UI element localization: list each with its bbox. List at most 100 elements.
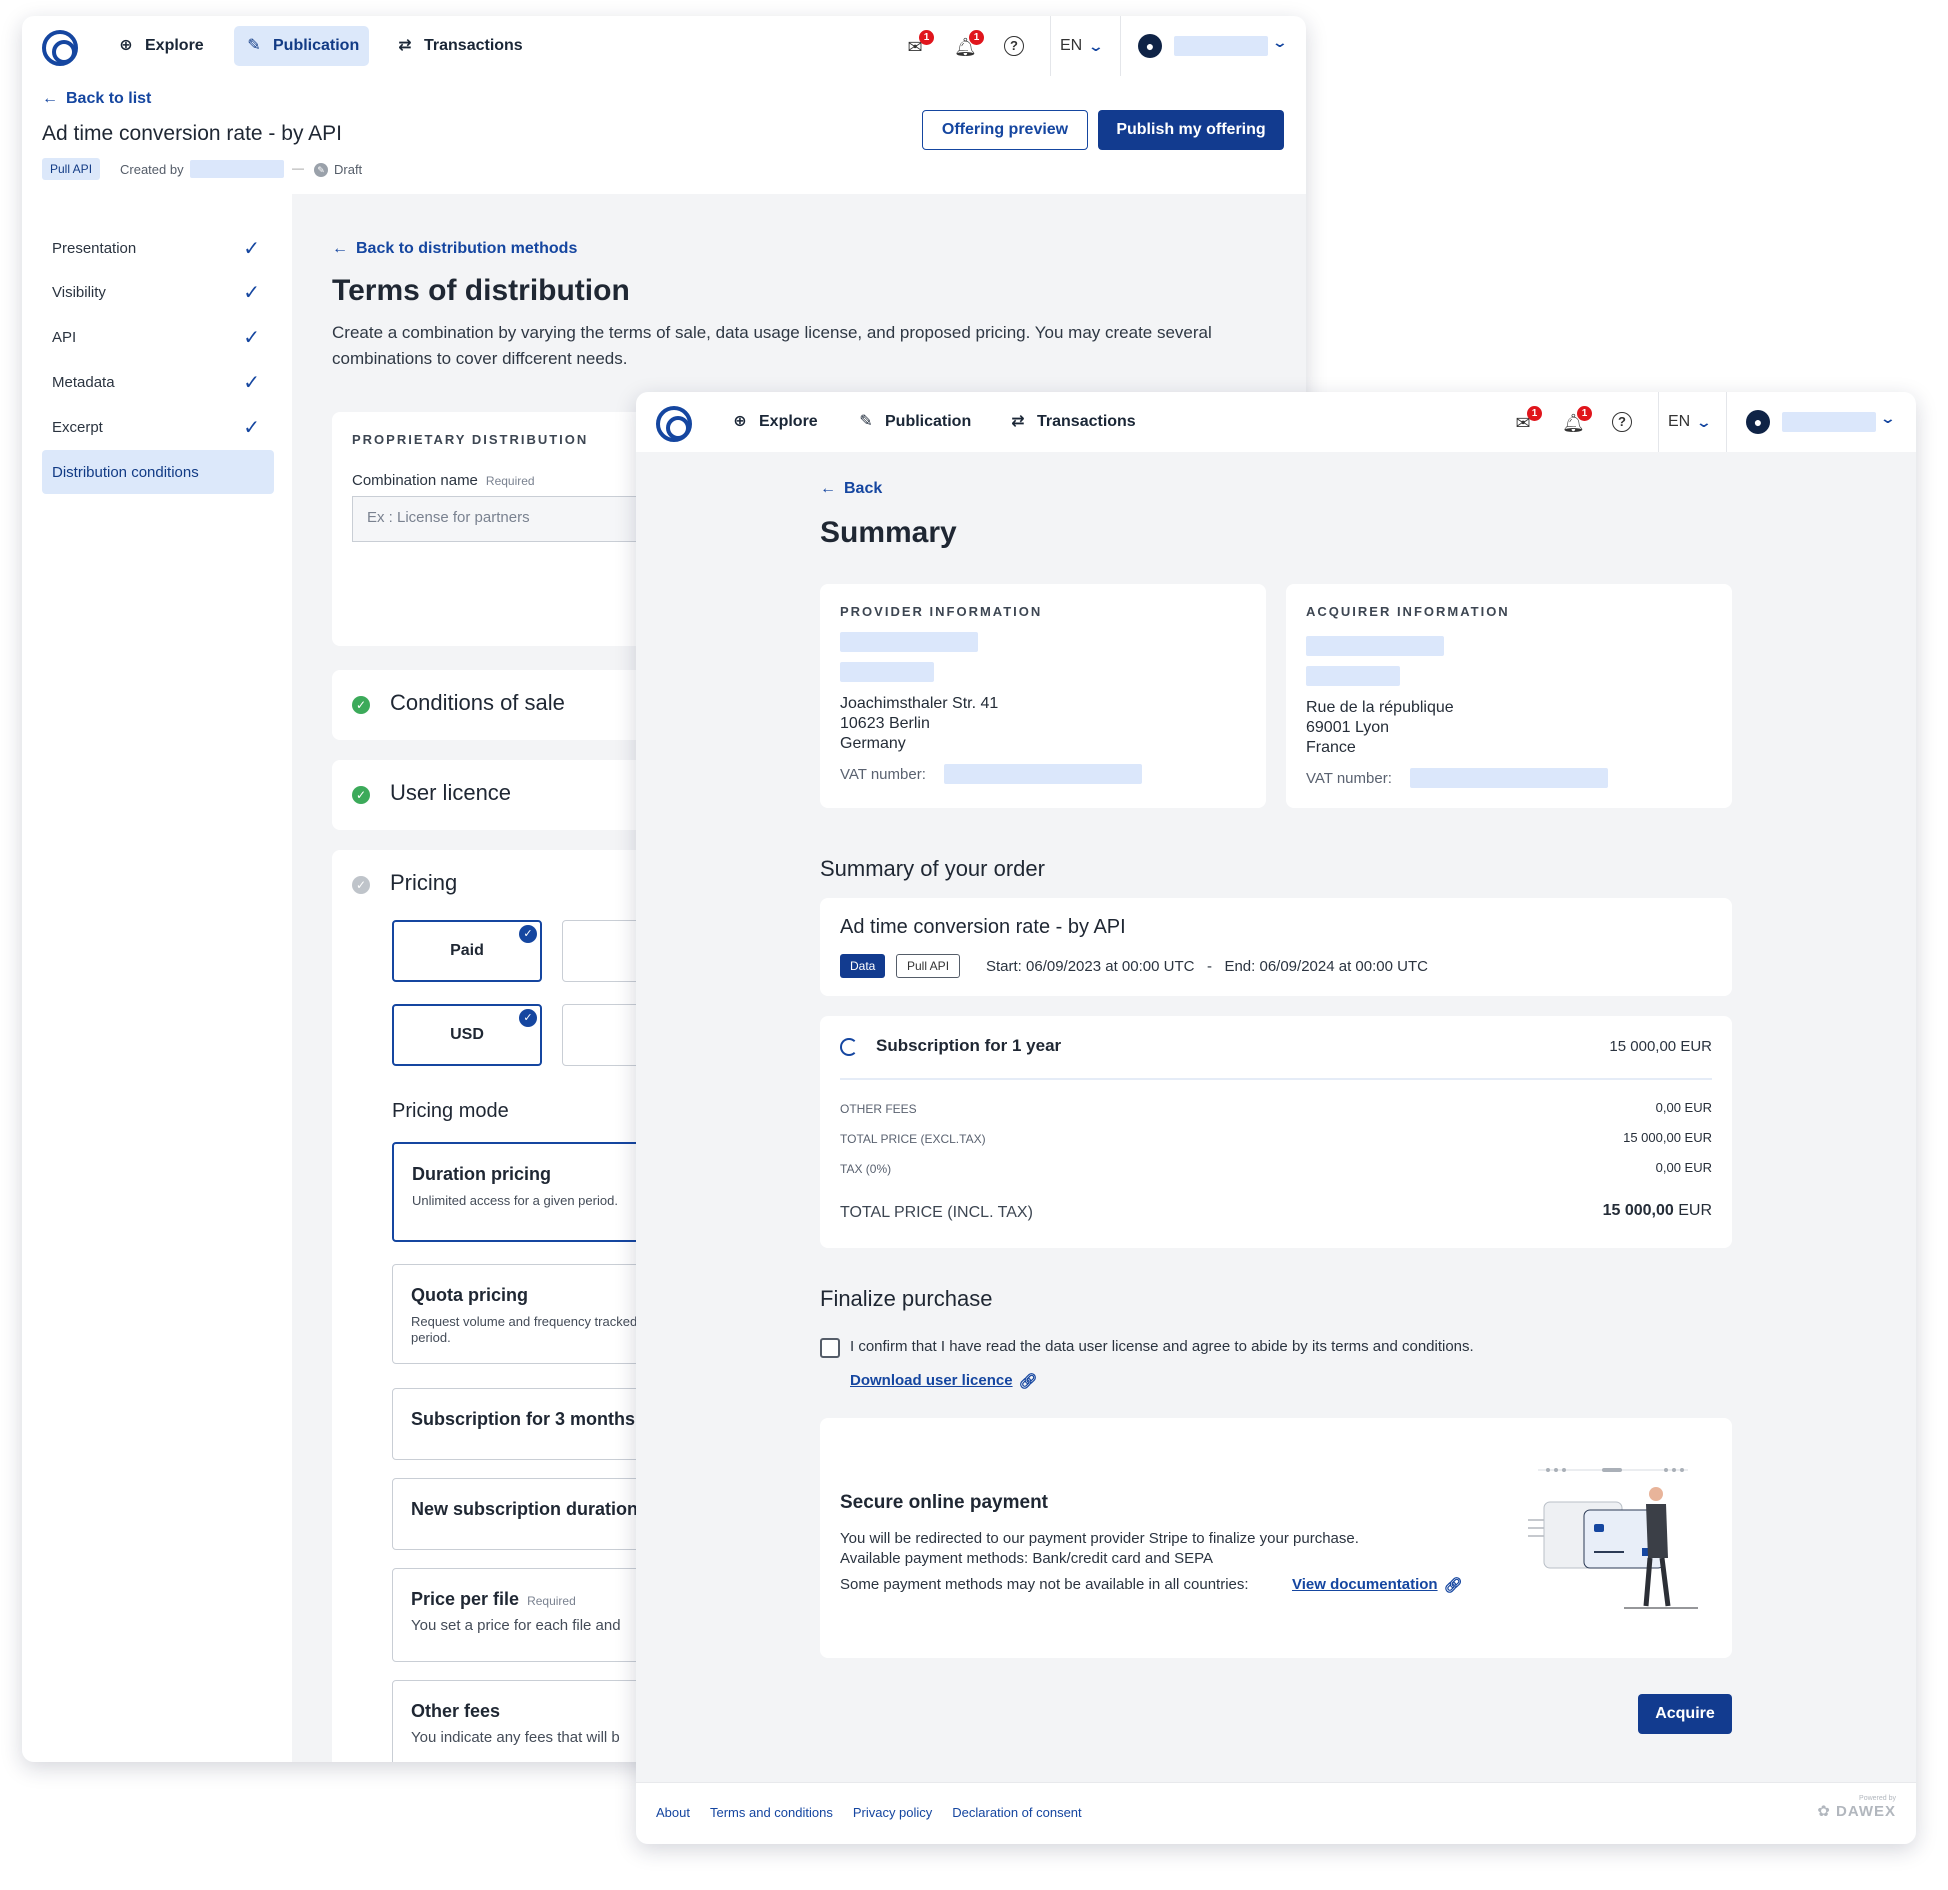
nav-explore[interactable]: ⊕ Explore bbox=[106, 26, 214, 66]
mode-title: Price per file bbox=[411, 1589, 520, 1609]
brand-logo-icon[interactable] bbox=[42, 30, 78, 66]
chevron-down-icon: ⌄ bbox=[1695, 413, 1713, 430]
tax-label: TAX (0%) bbox=[840, 1162, 892, 1176]
sidebar-item-metadata[interactable]: Metadata ✓ bbox=[42, 360, 274, 404]
footer-link-consent[interactable]: Declaration of consent bbox=[952, 1805, 1081, 1820]
mode-new-subscription-duration[interactable]: New subscription duration bbox=[392, 1478, 652, 1550]
combination-name-label: Combination name Required bbox=[352, 472, 535, 489]
nav-explore[interactable]: ⊕ Explore bbox=[720, 402, 828, 442]
address-line: Joachimsthaler Str. 41 bbox=[840, 695, 999, 712]
currency-usd[interactable]: USD ✓ bbox=[392, 1004, 542, 1066]
brand-logo-icon[interactable] bbox=[656, 406, 692, 442]
mail-icon[interactable]: ✉ 1 bbox=[904, 30, 934, 58]
view-documentation-link[interactable]: View documentation 🔗︎ bbox=[1292, 1576, 1463, 1594]
chevron-down-icon[interactable]: ⌄ bbox=[1880, 410, 1896, 427]
price-type-paid[interactable]: Paid ✓ bbox=[392, 920, 542, 982]
payment-availability-text: Some payment methods may not be availabl… bbox=[840, 1576, 1249, 1593]
other-fees-label: OTHER FEES bbox=[840, 1102, 917, 1116]
globe-icon: ⊕ bbox=[119, 37, 133, 54]
section-title: Pricing bbox=[390, 870, 458, 895]
nav-transactions[interactable]: ⇄ Transactions bbox=[998, 402, 1146, 442]
help-circle-icon[interactable]: ? bbox=[1004, 36, 1024, 56]
nav-transactions[interactable]: ⇄ Transactions bbox=[385, 26, 533, 66]
footer-link-about[interactable]: About bbox=[656, 1805, 690, 1820]
required-label: Required bbox=[485, 474, 535, 488]
top-navigation-bar: ⊕ Explore ✎ Publication ⇄ Transactions ✉… bbox=[22, 16, 1306, 76]
username-placeholder bbox=[1174, 36, 1268, 56]
divider bbox=[840, 1078, 1712, 1080]
bell-icon[interactable]: 🔔︎ 1 bbox=[954, 30, 984, 58]
pricing-mode-title: Pricing mode bbox=[392, 1100, 509, 1122]
acquire-button[interactable]: Acquire bbox=[1638, 1694, 1732, 1734]
mode-description: Unlimited access for a given period. bbox=[412, 1193, 618, 1208]
nav-publication[interactable]: ✎ Publication bbox=[234, 26, 370, 66]
publish-offering-button[interactable]: Publish my offering bbox=[1098, 110, 1284, 150]
finalize-purchase-title: Finalize purchase bbox=[820, 1286, 993, 1311]
top-navigation-bar: ⊕ Explore ✎ Publication ⇄ Transactions ✉… bbox=[636, 392, 1916, 452]
address-line: Rue de la république bbox=[1306, 699, 1454, 716]
provider-info-card: PROVIDER INFORMATION Joachimsthaler Str.… bbox=[820, 584, 1266, 808]
option-label: USD bbox=[450, 1026, 484, 1043]
page-description: Create a combination by varying the term… bbox=[332, 323, 1212, 368]
dawex-logo: ✿ DAWEX bbox=[1817, 1802, 1896, 1820]
nav-publication[interactable]: ✎ Publication bbox=[846, 402, 981, 442]
payment-methods-text: Available payment methods: Bank/credit c… bbox=[840, 1550, 1213, 1567]
provider-name-placeholder bbox=[840, 632, 978, 652]
nav-explore-label: Explore bbox=[759, 413, 818, 430]
footer-link-privacy[interactable]: Privacy policy bbox=[853, 1805, 932, 1820]
powered-by-label: Powered by bbox=[1859, 1795, 1896, 1802]
confirm-text: I confirm that I have read the data user… bbox=[850, 1338, 1474, 1355]
offering-preview-button[interactable]: Offering preview bbox=[922, 110, 1088, 150]
check-circle-icon: ✓ bbox=[352, 696, 370, 714]
vat-label: VAT number: bbox=[840, 766, 926, 783]
sidebar-item-visibility[interactable]: Visibility ✓ bbox=[42, 270, 274, 314]
help-circle-icon[interactable]: ? bbox=[1612, 412, 1632, 432]
acquirer-address: Rue de la république 69001 Lyon France bbox=[1306, 698, 1454, 758]
bell-badge: 1 bbox=[1577, 406, 1592, 421]
page-title: Summary bbox=[820, 516, 957, 549]
mode-title: Subscription for 3 months bbox=[411, 1409, 636, 1429]
user-avatar-icon[interactable]: ● bbox=[1138, 34, 1162, 58]
mode-duration-pricing[interactable]: Duration pricing Unlimited access for a … bbox=[392, 1142, 652, 1242]
download-licence-link[interactable]: Download user licence 🔗︎ bbox=[850, 1372, 1038, 1390]
created-by-label: Created by bbox=[120, 162, 184, 177]
mode-quota-pricing[interactable]: Quota pricing Request volume and frequen… bbox=[392, 1264, 652, 1364]
language-selector[interactable]: EN ⌄ bbox=[1060, 16, 1104, 76]
vat-label: VAT number: bbox=[1306, 770, 1392, 787]
sidebar-item-label: Distribution conditions bbox=[52, 463, 199, 481]
page-title: Terms of distribution bbox=[332, 274, 630, 307]
data-tag: Data bbox=[840, 954, 886, 978]
user-avatar-icon[interactable]: ● bbox=[1746, 410, 1770, 434]
confirm-checkbox[interactable] bbox=[820, 1338, 840, 1358]
tax-value: 0,00 EUR bbox=[1655, 1160, 1712, 1175]
divider bbox=[1726, 392, 1727, 452]
nav-explore-label: Explore bbox=[145, 37, 204, 54]
status-label: Draft bbox=[334, 162, 363, 177]
sidebar-item-excerpt[interactable]: Excerpt ✓ bbox=[42, 405, 274, 449]
mode-other-fees[interactable]: Other fees You indicate any fees that wi… bbox=[392, 1680, 652, 1762]
language-selector[interactable]: EN ⌄ bbox=[1668, 392, 1713, 452]
bell-icon[interactable]: 🔔︎ 1 bbox=[1562, 406, 1592, 434]
footer-link-terms[interactable]: Terms and conditions bbox=[710, 1805, 833, 1820]
mode-price-per-file[interactable]: Price per file Required You set a price f… bbox=[392, 1568, 652, 1662]
check-icon: ✓ bbox=[519, 925, 537, 943]
mail-icon[interactable]: ✉ 1 bbox=[1512, 406, 1542, 434]
swap-arrows-icon: ⇄ bbox=[398, 37, 412, 54]
summary-window: ⊕ Explore ✎ Publication ⇄ Transactions ✉… bbox=[636, 392, 1916, 1844]
sidebar-item-presentation[interactable]: Presentation ✓ bbox=[42, 226, 274, 270]
mail-badge: 1 bbox=[919, 30, 934, 45]
back-link[interactable]: ← Back bbox=[820, 480, 882, 498]
mode-subscription-3-months[interactable]: Subscription for 3 months bbox=[392, 1388, 652, 1460]
check-icon: ✓ bbox=[519, 1009, 537, 1027]
subscription-price: 15 000,00 EUR bbox=[1609, 1038, 1712, 1055]
address-line: 69001 Lyon bbox=[1306, 719, 1390, 736]
chevron-down-icon[interactable]: ⌄ bbox=[1272, 34, 1288, 51]
sidebar-item-api[interactable]: API ✓ bbox=[42, 315, 274, 359]
sidebar-item-distribution-conditions[interactable]: Distribution conditions bbox=[42, 450, 274, 494]
back-to-distribution-link[interactable]: ← Back to distribution methods bbox=[332, 240, 577, 258]
back-to-distribution-label: Back to distribution methods bbox=[356, 240, 578, 257]
secure-payment-card: Secure online payment You will be redire… bbox=[820, 1418, 1732, 1658]
separator: — bbox=[292, 161, 304, 175]
summary-main: ← Back Summary PROVIDER INFORMATION Joac… bbox=[636, 452, 1916, 1782]
back-to-list-link[interactable]: ← Back to list bbox=[42, 90, 151, 108]
